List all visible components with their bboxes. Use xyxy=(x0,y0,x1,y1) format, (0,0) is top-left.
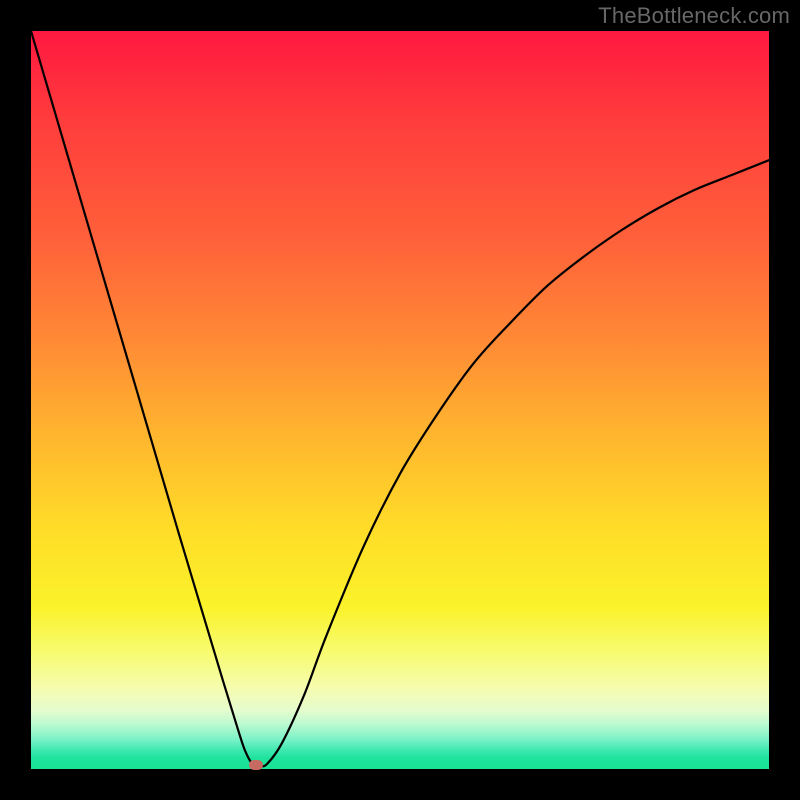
plot-area xyxy=(31,31,769,769)
optimum-marker xyxy=(249,760,263,770)
bottleneck-curve xyxy=(31,31,769,769)
chart-frame: TheBottleneck.com xyxy=(0,0,800,800)
watermark-text: TheBottleneck.com xyxy=(598,3,790,29)
